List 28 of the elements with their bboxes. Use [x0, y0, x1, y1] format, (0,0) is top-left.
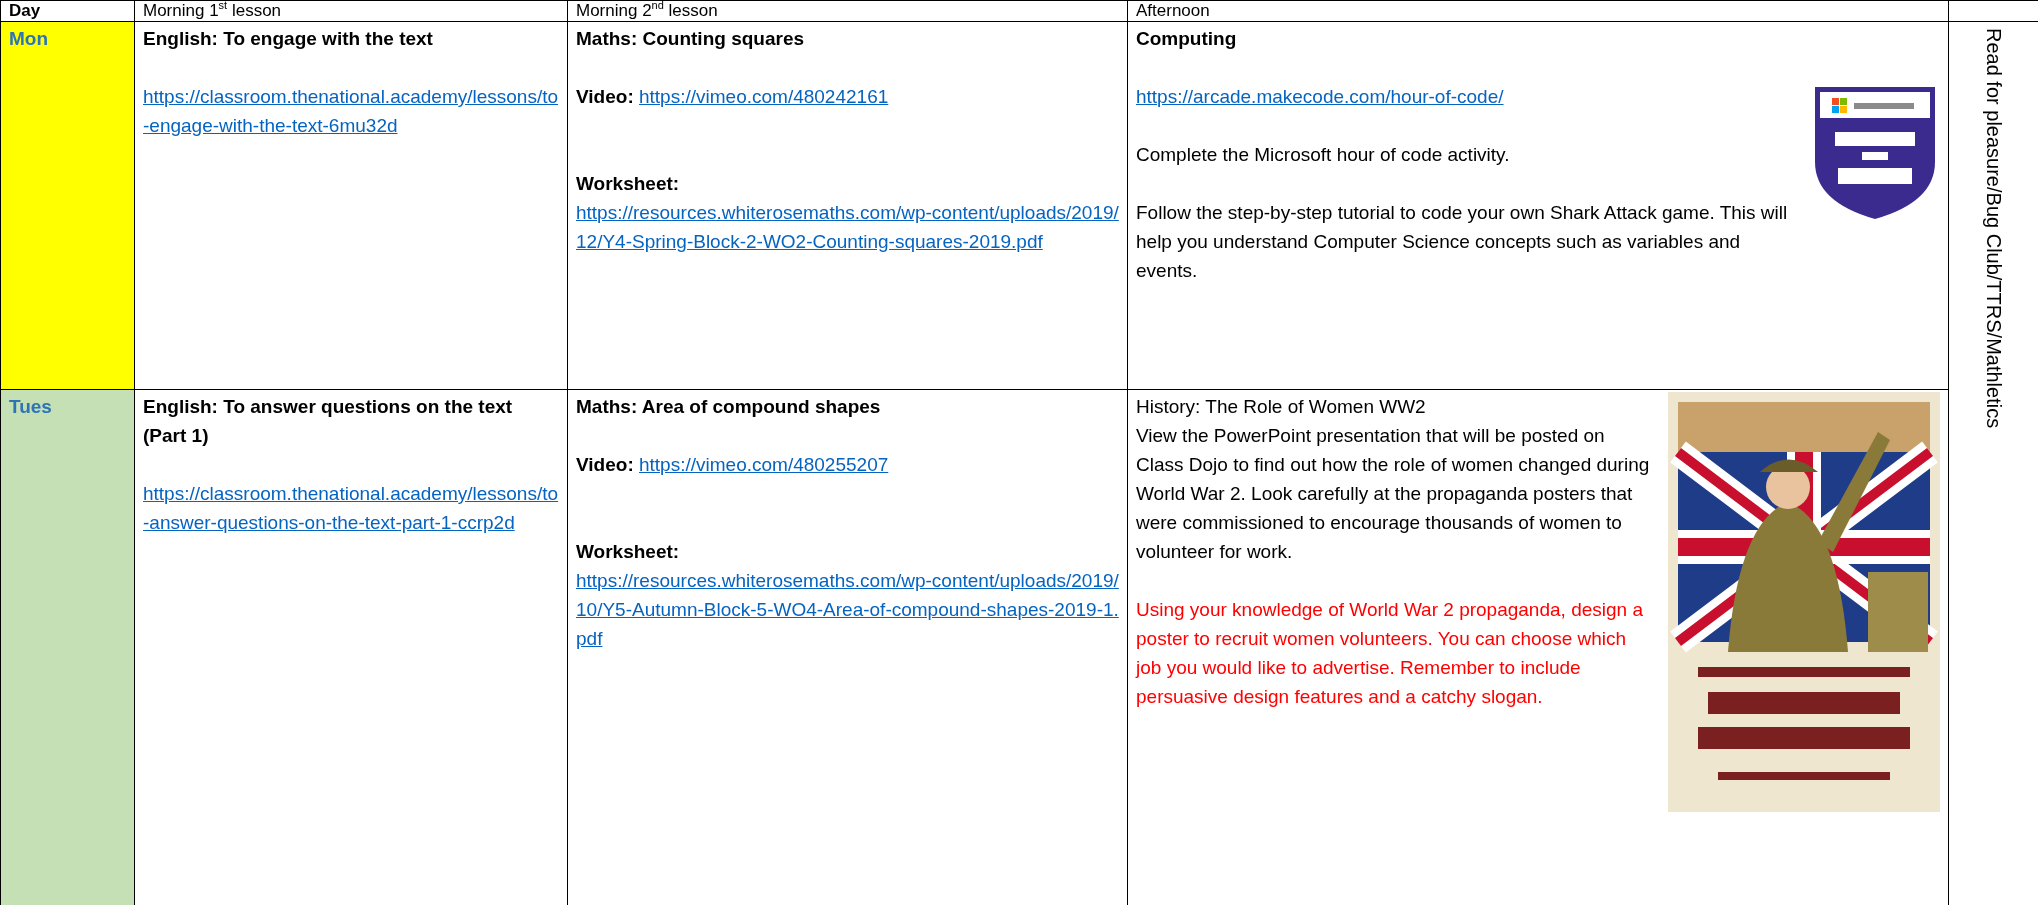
link-label: Worksheet:: [576, 541, 680, 562]
link-label: Video:: [576, 86, 634, 107]
video-link[interactable]: https://vimeo.com/480242161: [639, 86, 889, 107]
instruction-text: View the PowerPoint presentation that will be posted on Class Dojo to find out how the role of women changed during World War 2. Look carefully at the propaganda posters that were commissioned to encourage thousands of women to volunteer for work.: [1136, 424, 1651, 564]
lesson-heading: Computing: [1136, 27, 1238, 51]
day-label: Tues: [9, 396, 52, 417]
task-text: Using your knowledge of World War 2 propaganda, design a poster to recruit women volunteers. You can choose which job you would like to advertise. Remember to include persuasive design features and a catchy slogan.: [1136, 598, 1644, 709]
lesson-link[interactable]: https://arcade.makecode.com/hour-of-code/: [1136, 82, 1940, 111]
lesson-heading: English: To answer questions on the text (Part 1): [143, 395, 514, 448]
lesson-heading: Maths: Counting squares: [576, 27, 805, 51]
instruction-text: Complete the Microsoft hour of code activity.: [1136, 143, 1511, 167]
column-header: Morning 1$^{st}$ lesson: [143, 1, 282, 20]
column-header: Day: [9, 1, 41, 20]
video-link[interactable]: https://vimeo.com/480255207: [639, 454, 889, 475]
lesson-link[interactable]: https://classroom.thenational.academy/lessons/to-engage-with-the-text-6mu32d: [143, 82, 559, 140]
column-header: Morning 2$^{nd}$ lesson: [576, 1, 718, 20]
instruction-text: Follow the step-by-step tutorial to code your own Shark Attack game. This will help you understand Computer Science concepts such as variables and events.: [1136, 201, 1789, 283]
day-label: Mon: [9, 28, 49, 49]
link-label: Video:: [576, 454, 634, 475]
lesson-heading: History: The Role of Women WW2: [1136, 395, 1427, 419]
lesson-link[interactable]: https://classroom.thenational.academy/lessons/to-answer-questions-on-the-text-part-1-ccrp2d: [143, 479, 559, 537]
worksheet-link[interactable]: https://resources.whiterosemaths.com/wp-content/uploads/2019/10/Y5-Autumn-Block-5-WO4-Area-of-compound-shapes-2019-1.pdf: [576, 566, 1119, 653]
lesson-heading: English: To engage with the text: [143, 27, 434, 51]
column-header: Afternoon: [1136, 1, 1210, 20]
worksheet-link[interactable]: https://resources.whiterosemaths.com/wp-content/uploads/2019/12/Y4-Spring-Block-2-WO2-Counting-squares-2019.pdf: [576, 198, 1119, 256]
side-note: Read for pleasure/Bug Club/TTRS/Mathletics: [1981, 28, 2006, 429]
lesson-heading: Maths: Area of compound shapes: [576, 395, 882, 419]
link-label: Worksheet:: [576, 173, 680, 194]
